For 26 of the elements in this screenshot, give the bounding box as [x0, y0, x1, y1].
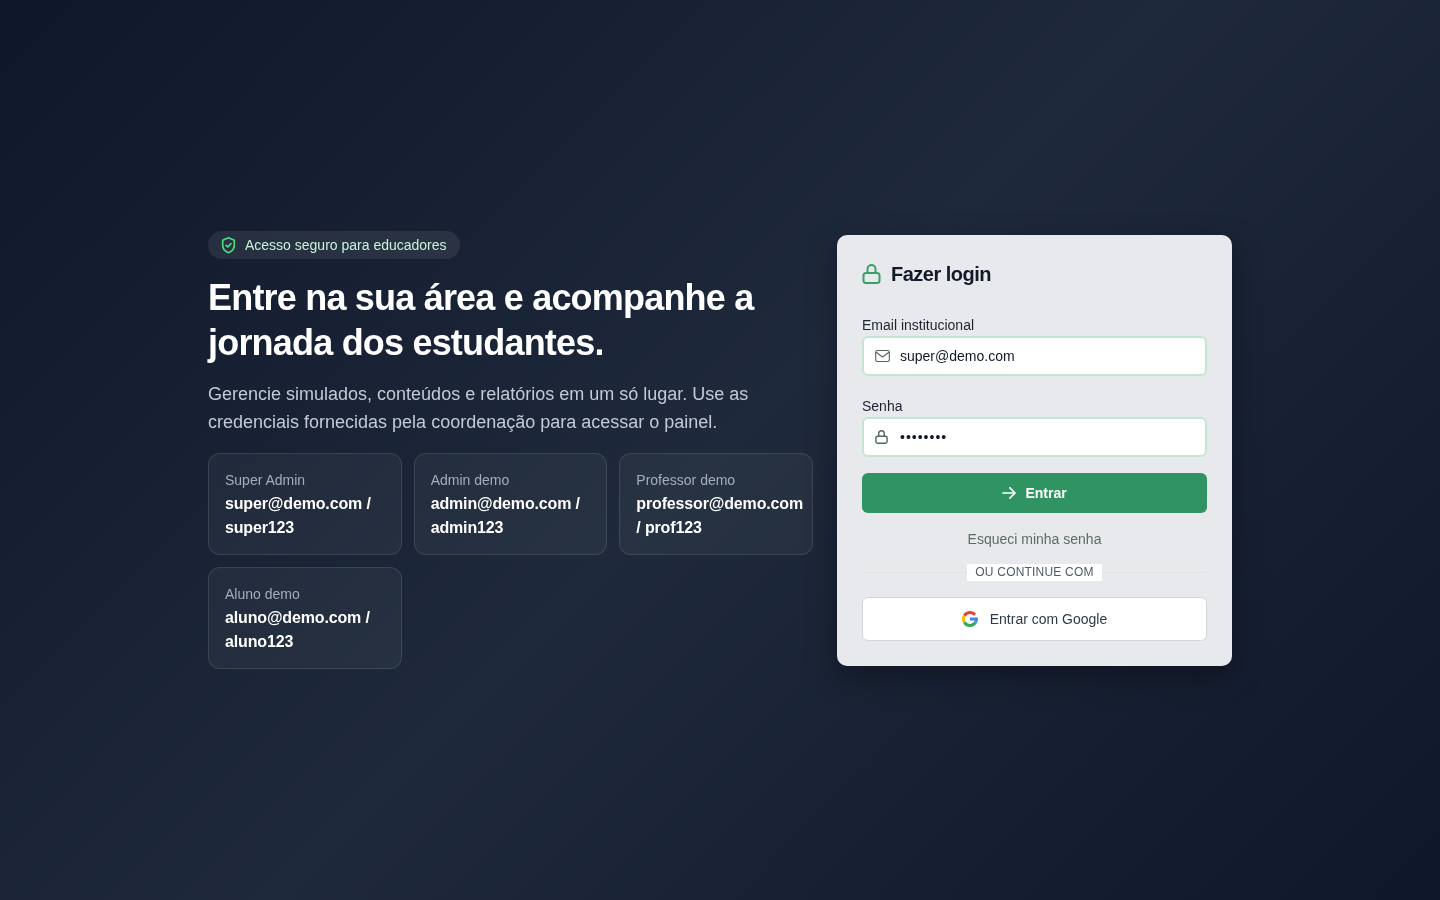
lock-icon — [862, 263, 881, 284]
field-label: Senha — [862, 396, 903, 416]
account-credentials: professor@demo.com / prof123 — [636, 494, 805, 538]
account-credentials: super@demo.com / super123 — [225, 494, 372, 538]
account-role: Professor demo — [636, 471, 737, 490]
submit-button[interactable]: Entrar — [862, 472, 1207, 513]
email-field[interactable]: super@demo.com — [862, 335, 1207, 376]
badge-label: Acesso seguro para educadores — [245, 237, 447, 253]
google-sign-in-button[interactable]: Entrar com Google — [862, 596, 1207, 641]
login-title: Fazer login — [891, 261, 992, 287]
lock-icon — [875, 429, 888, 444]
google-logo-icon — [961, 610, 978, 627]
shield-check-icon — [221, 236, 236, 254]
password-field[interactable]: •••••••• — [862, 416, 1207, 457]
mail-icon — [875, 349, 890, 362]
page-heading: Entre na sua área e acompanhe a jornada dos estudantes. — [208, 276, 756, 365]
account-role: Super Admin — [225, 471, 307, 490]
account-credentials: aluno@demo.com / aluno123 — [225, 608, 371, 652]
page-description: Gerencie simulados, conteúdos e relatórios em um só lugar. Use as credenciais fornecidas pela coordenação para acessar o painel. — [208, 383, 750, 434]
account-role: Aluno demo — [225, 585, 301, 604]
divider-label: OU CONTINUE COM — [967, 563, 1102, 581]
forgot-password-link[interactable]: Esqueci minha senha — [967, 528, 1102, 549]
field-label: Email institucional — [862, 315, 975, 335]
account-role: Admin demo — [430, 471, 511, 490]
account-credentials: admin@demo.com / admin123 — [430, 494, 581, 538]
arrow-right-icon — [1002, 486, 1017, 499]
